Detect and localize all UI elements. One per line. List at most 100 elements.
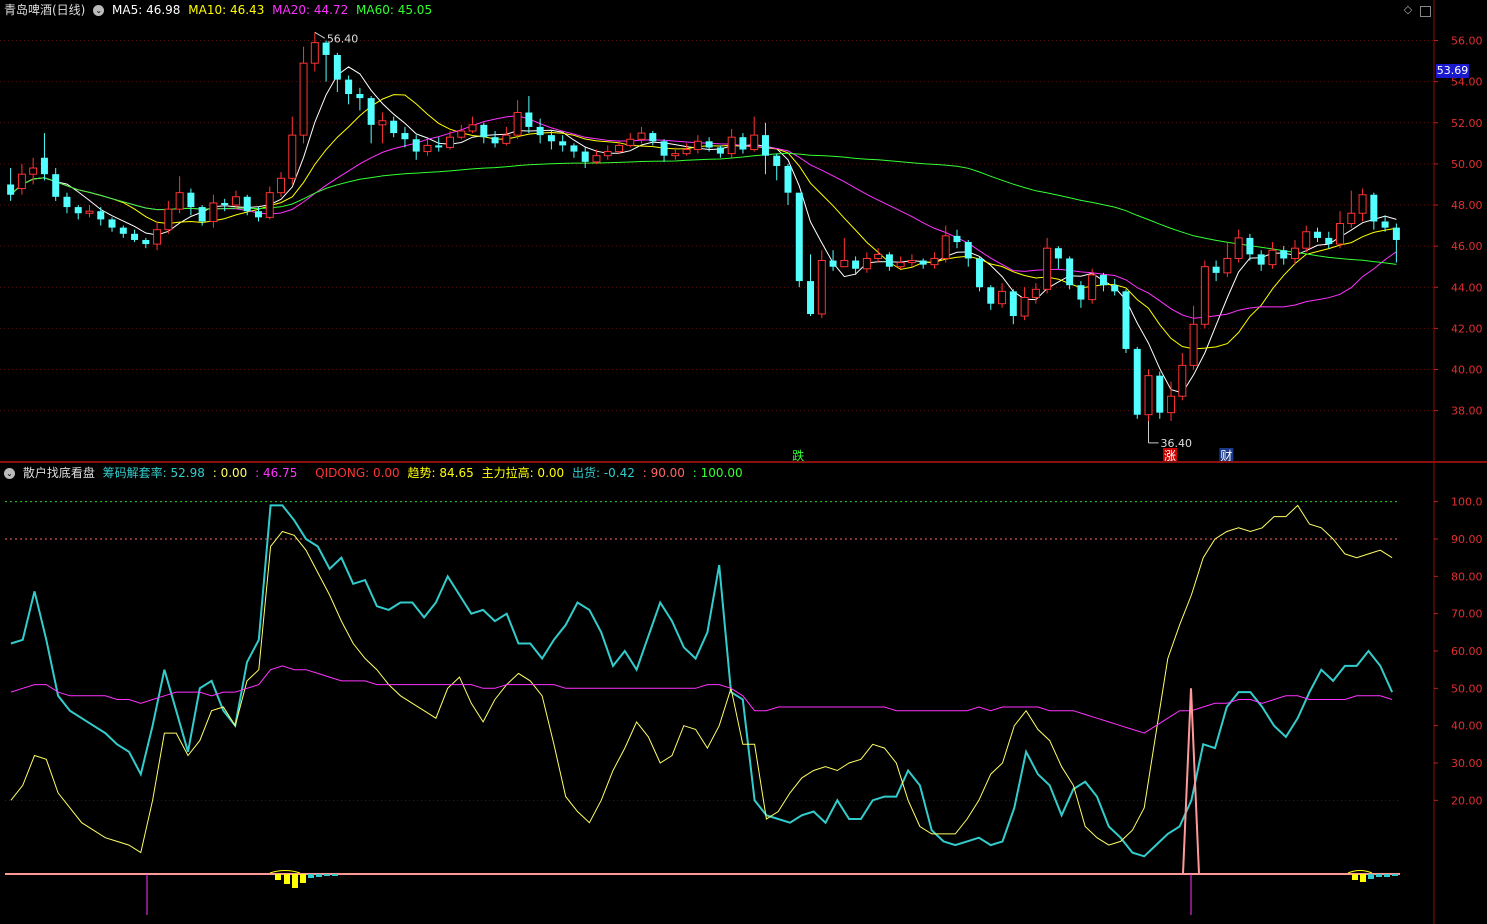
ninety-label: : 90.00 <box>642 466 685 480</box>
indicator-panel[interactable]: 100.0 90.00 80.00 70.00 60.00 50.00 40.00 30.00… <box>0 463 1487 924</box>
candle <box>773 153 781 181</box>
indicator-chart[interactable]: 100.0 90.00 80.00 70.00 60.00 50.00 40.00 30.00… <box>0 463 1487 924</box>
candle <box>919 258 927 269</box>
window-toggle-icon[interactable] <box>1420 6 1431 17</box>
volume-bar <box>1360 874 1366 882</box>
candle-body <box>727 136 736 155</box>
y-tick-label: 70.00 <box>1451 608 1483 621</box>
candle <box>750 116 759 152</box>
candle <box>97 207 105 226</box>
hundred-label: : 100.00 <box>692 466 743 480</box>
candle <box>164 200 173 234</box>
candle-body <box>941 235 950 259</box>
candle <box>1257 250 1265 271</box>
candle <box>17 163 26 195</box>
candle-body <box>277 177 286 194</box>
candle <box>119 225 127 238</box>
candle <box>525 96 533 134</box>
candle-body <box>17 173 26 190</box>
candle-body <box>446 136 455 148</box>
candle-body <box>1054 248 1062 259</box>
candle-body <box>1302 231 1311 249</box>
candle <box>1156 371 1164 419</box>
candle-body <box>97 211 105 220</box>
qidong-label: QIDONG: 0.00 <box>315 466 400 480</box>
candle-body <box>401 133 409 140</box>
candle <box>1280 246 1288 265</box>
candle-body <box>1020 297 1029 317</box>
candle-body <box>1234 237 1243 259</box>
candle-body <box>784 165 792 193</box>
volume-bar <box>332 874 338 876</box>
candle-body <box>1122 291 1130 349</box>
chevron-down-icon[interactable]: ⌄ <box>4 468 15 479</box>
volume-bar <box>292 874 298 888</box>
volume-bar <box>316 874 322 877</box>
candle-body <box>615 144 623 153</box>
candle <box>254 207 262 222</box>
ma60-label: MA60: 45.05 <box>356 3 433 17</box>
candle-body <box>976 258 984 288</box>
volume-bar <box>300 874 306 883</box>
candle-body <box>592 155 601 163</box>
candle-body <box>603 151 612 157</box>
candle-body <box>1088 274 1097 301</box>
candle <box>1020 287 1029 321</box>
diamond-icon[interactable]: ◇ <box>1402 4 1414 16</box>
candle <box>491 131 499 148</box>
bump-line <box>269 870 301 874</box>
candle-body <box>716 147 724 154</box>
candle-body <box>852 260 860 269</box>
candle-body <box>1381 221 1389 228</box>
candle <box>649 131 657 146</box>
candle <box>108 217 116 232</box>
candle <box>1336 211 1345 249</box>
y-tick-label: 30.00 <box>1451 757 1483 770</box>
candle-body <box>840 260 849 268</box>
candle <box>739 133 747 154</box>
candle-body <box>705 141 713 148</box>
candle-body <box>1144 375 1153 416</box>
candle <box>1358 188 1367 222</box>
candle-body <box>1077 285 1085 300</box>
candle <box>187 188 195 216</box>
candle-body <box>412 139 420 152</box>
candle <box>277 172 286 197</box>
candle <box>1212 260 1220 282</box>
candle-body <box>209 202 218 222</box>
candle <box>1302 225 1311 253</box>
candle <box>378 112 387 144</box>
ship-label: 出货: -0.42 <box>571 466 635 480</box>
candle-body <box>491 137 499 144</box>
candle-body <box>435 145 443 148</box>
candle-body <box>243 196 251 212</box>
candle <box>807 254 815 317</box>
price-chart-panel[interactable]: 56.00 54.00 52.00 50.00 48.00 46.00 44.00 42.00… <box>0 0 1487 462</box>
candle <box>40 133 48 181</box>
chevron-down-icon[interactable]: ⌄ <box>93 5 105 16</box>
ma20-label: MA20: 44.72 <box>272 3 349 17</box>
candle-body <box>862 257 871 270</box>
candle <box>1189 305 1198 370</box>
candle-body <box>29 167 38 175</box>
candle-body <box>142 239 150 245</box>
candle <box>412 135 420 160</box>
candlestick-chart[interactable]: 56.0054.0052.0050.0048.0046.0044.0042.00… <box>0 0 1487 462</box>
candle <box>142 237 150 249</box>
y-tick-label: 46.00 <box>1451 240 1483 253</box>
candle-body <box>536 126 544 136</box>
candle-body <box>1111 285 1119 292</box>
candle <box>502 126 511 146</box>
candle-body <box>457 130 466 138</box>
y-tick-label: 40.00 <box>1451 720 1483 733</box>
candle-body <box>649 133 657 142</box>
candle-body <box>773 155 781 166</box>
candle-body <box>637 132 646 140</box>
candle-body <box>288 134 297 179</box>
high-marker-label: 56.40 <box>327 32 359 45</box>
candle <box>862 252 871 273</box>
high-marker-line <box>314 31 326 39</box>
candle <box>817 250 826 319</box>
current-price-tag: 53.69 <box>1436 64 1469 78</box>
candle <box>795 192 803 288</box>
